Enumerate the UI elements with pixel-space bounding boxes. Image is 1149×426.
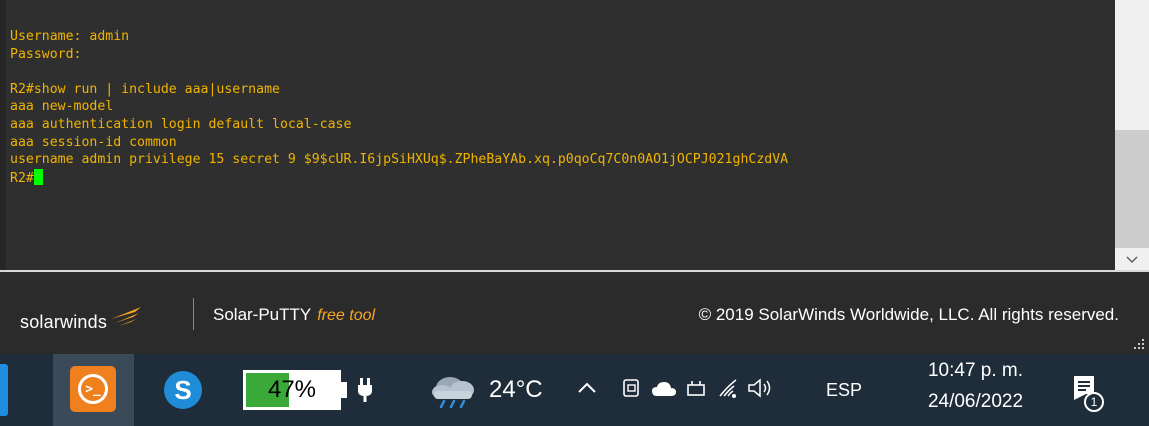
wifi-icon[interactable] — [716, 376, 740, 400]
clock-time[interactable]: 10:47 p. m. — [918, 360, 1033, 382]
terminal-prompt: R2# — [10, 170, 34, 186]
copyright-text: © 2019 SolarWinds Worldwide, LLC. All ri… — [698, 305, 1119, 324]
terminal-cursor — [33, 168, 43, 185]
terminal-left-edge — [0, 0, 6, 270]
power-plug-icon[interactable] — [685, 378, 707, 400]
scroll-down-arrow-icon[interactable] — [1115, 250, 1149, 270]
volume-icon[interactable] — [746, 376, 776, 400]
terminal-line: Password: — [10, 46, 82, 62]
terminal-output[interactable]: Username: admin Password: R2#show run | … — [10, 28, 788, 187]
solarwinds-logo[interactable]: solarwinds — [20, 306, 143, 333]
terminal-line: aaa authentication login default local-c… — [10, 116, 352, 132]
free-tool-label: free tool — [317, 307, 376, 324]
plug-icon — [358, 378, 372, 402]
battery-percent: 47% — [267, 376, 317, 403]
cloud-rain-icon[interactable] — [428, 372, 478, 408]
scrollbar-thumb[interactable] — [1115, 130, 1149, 248]
battery-indicator[interactable]: 47% — [243, 370, 341, 410]
putty-prompt-glyph: >_ — [78, 374, 108, 404]
solarputty-footer: solarwinds Solar-PuTTY free tool © 2019 S… — [0, 272, 1149, 354]
terminal-line: Username: admin — [10, 29, 130, 44]
terminal-line: R2#show run | include aaa|username — [10, 81, 280, 97]
notification-badge: 1 — [1084, 392, 1104, 412]
product-name: Solar-PuTTY — [213, 305, 312, 324]
brand-separator — [193, 298, 194, 330]
product-title: Solar-PuTTY free tool — [213, 305, 375, 325]
vertical-scrollbar[interactable] — [1115, 0, 1149, 270]
chevron-up-icon[interactable] — [576, 376, 598, 400]
terminal-line: username admin privilege 15 secret 9 $9$… — [10, 152, 789, 168]
windows-taskbar: >_ S 47% 24°C ESP 10:47 p. m. 24/06/2022… — [0, 354, 1149, 426]
skype-icon[interactable]: S — [164, 371, 202, 409]
taskbar-app-edge[interactable] — [0, 364, 8, 416]
brand-name: solarwinds — [20, 312, 108, 332]
resize-grip-icon[interactable] — [1133, 338, 1145, 350]
meet-now-icon[interactable] — [622, 378, 642, 400]
skype-letter: S — [174, 374, 192, 405]
putty-icon[interactable]: >_ — [70, 366, 116, 412]
clock-date[interactable]: 24/06/2022 — [918, 391, 1033, 413]
onedrive-cloud-icon[interactable] — [651, 380, 677, 398]
language-indicator[interactable]: ESP — [826, 380, 862, 401]
terminal-line: aaa session-id common — [10, 134, 177, 150]
battery-nub — [341, 382, 347, 398]
terminal-line: aaa new-model — [10, 99, 114, 115]
terminal-window[interactable]: Username: admin Password: R2#show run | … — [0, 0, 1115, 270]
solarwinds-swoosh-icon — [111, 306, 142, 326]
temperature[interactable]: 24°C — [489, 376, 543, 404]
